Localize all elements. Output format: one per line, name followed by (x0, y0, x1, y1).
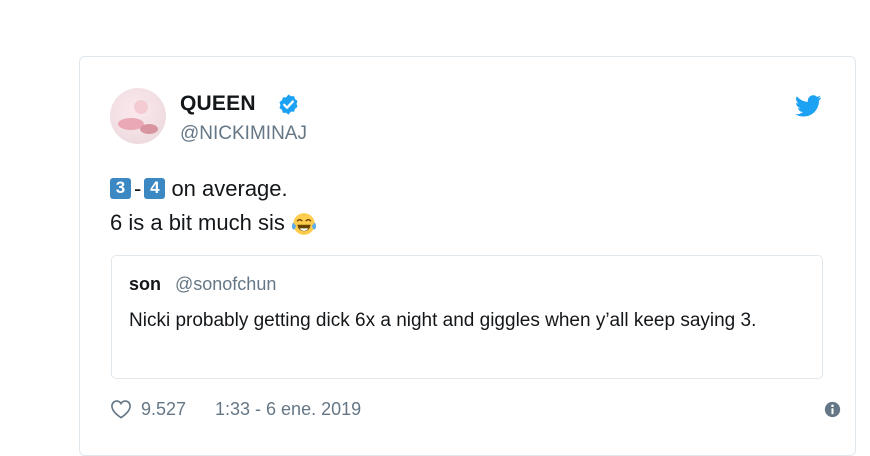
tweet-line-2: 6 is a bit much sis (110, 206, 317, 240)
quote-display-name[interactable]: son (129, 274, 161, 295)
keycap-4-emoji: 4 (144, 177, 166, 199)
like-count[interactable]: 9.527 (141, 399, 186, 420)
embedded-tweet-card[interactable]: QUEEN @NICKIMINAJ 3 - 4 on average. 6 is… (79, 56, 856, 456)
heart-icon[interactable] (110, 399, 132, 419)
quote-handle[interactable]: @sonofchun (175, 274, 276, 295)
avatar[interactable] (110, 88, 166, 144)
quote-text: Nicki probably getting dick 6x a night a… (129, 310, 757, 331)
tweet-footer: 9.527 1:33 - 6 ene. 2019 (110, 397, 841, 421)
quoted-tweet[interactable]: son @sonofchun Nicki probably getting di… (111, 255, 823, 379)
info-icon[interactable] (824, 401, 841, 418)
tears-of-joy-emoji-icon (291, 213, 316, 235)
dash: - (134, 176, 142, 201)
tweet-line-1-text: on average. (165, 176, 288, 201)
tweet-text: 3 - 4 on average. 6 is a bit much sis (110, 172, 317, 240)
twitter-bird-icon[interactable] (795, 95, 822, 117)
tweet-line-2-text: 6 is a bit much sis (110, 210, 285, 235)
tweet-line-1: 3 - 4 on average. (110, 172, 317, 206)
display-name[interactable]: QUEEN (180, 92, 256, 116)
keycap-3-emoji: 3 (110, 177, 131, 199)
verified-badge-icon (279, 94, 298, 115)
timestamp[interactable]: 1:33 - 6 ene. 2019 (215, 399, 361, 420)
user-handle[interactable]: @NICKIMINAJ (180, 123, 307, 145)
